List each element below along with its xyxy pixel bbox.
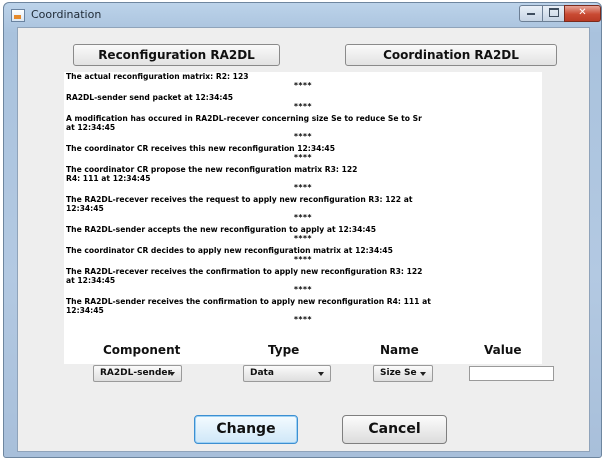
maximize-icon [548, 7, 559, 17]
reconfiguration-button[interactable]: Reconfiguration RA2DL [73, 44, 280, 66]
minimize-button[interactable] [519, 5, 543, 22]
maximize-button[interactable] [542, 5, 565, 22]
log-entry-text: The coordinator CR decides to apply new … [66, 246, 393, 255]
log-separator: **** [294, 81, 312, 90]
content-pane: Reconfiguration RA2DL Coordination RA2DL… [17, 27, 590, 452]
log-separator: **** [294, 255, 312, 264]
close-button[interactable]: ✕ [564, 5, 601, 22]
log-entry-text: The RA2DL-recever receives the confirmat… [66, 267, 423, 285]
window-title: Coordination [31, 8, 102, 21]
log-entry-text: The RA2DL-sender receives the confirmati… [66, 297, 431, 315]
log-entry-text: The coordinator CR propose the new recon… [66, 165, 358, 183]
log-separator: **** [294, 102, 312, 111]
log-entry: The coordinator CR decides to apply new … [64, 246, 542, 263]
chevron-down-icon [169, 372, 175, 376]
log-separator: **** [294, 183, 312, 192]
log-entry: RA2DL-sender send packet at 12:34:45 **** [64, 93, 542, 110]
log-entry: The RA2DL-recever receives the confirmat… [64, 267, 542, 293]
log-entry-text: A modification has occured in RA2DL-rece… [66, 114, 422, 132]
log-separator: **** [294, 315, 312, 324]
type-select-value: Data [250, 368, 274, 378]
log-entry: The RA2DL-sender accepts the new reconfi… [64, 225, 542, 242]
value-input[interactable] [469, 366, 554, 381]
log-separator: **** [294, 213, 312, 222]
change-button[interactable]: Change [194, 415, 298, 444]
close-icon: ✕ [578, 7, 587, 18]
component-select[interactable]: RA2DL-sender [93, 365, 182, 382]
cancel-button[interactable]: Cancel [342, 415, 447, 444]
log-separator: **** [294, 153, 312, 162]
type-select[interactable]: Data [243, 365, 331, 382]
log-entry-text: The coordinator CR receives this new rec… [66, 144, 335, 153]
log-entry: The coordinator CR propose the new recon… [64, 165, 542, 191]
log-entry: The RA2DL-sender receives the confirmati… [64, 297, 542, 323]
title-bar[interactable]: Coordination ✕ [4, 3, 601, 27]
log-entry-text: The actual reconfiguration matrix: R2: 1… [66, 72, 249, 81]
log-separator: **** [294, 132, 312, 141]
type-header: Type [268, 343, 300, 357]
log-area[interactable]: The actual reconfiguration matrix: R2: 1… [64, 72, 542, 364]
log-separator: **** [294, 234, 312, 243]
log-separator: **** [294, 285, 312, 294]
coordination-window: Coordination ✕ Reconfiguration RA2DL Coo… [3, 2, 602, 458]
name-select[interactable]: Size Se [373, 365, 433, 382]
component-header: Component [103, 343, 181, 357]
value-header: Value [484, 343, 522, 357]
log-entry-text: RA2DL-sender send packet at 12:34:45 [66, 93, 234, 102]
log-entry-text: The RA2DL-sender accepts the new reconfi… [66, 225, 377, 234]
chevron-down-icon [420, 372, 426, 376]
chevron-down-icon [318, 372, 324, 376]
name-select-value: Size Se [380, 368, 417, 378]
log-entry: The RA2DL-recever receives the request t… [64, 195, 542, 221]
log-entry-text: The RA2DL-recever receives the request t… [66, 195, 413, 213]
app-icon [11, 9, 25, 22]
log-entry: A modification has occured in RA2DL-rece… [64, 114, 542, 140]
minimize-icon [527, 13, 535, 15]
log-entry: The actual reconfiguration matrix: R2: 1… [64, 72, 542, 89]
component-select-value: RA2DL-sender [100, 368, 172, 378]
coordination-button[interactable]: Coordination RA2DL [345, 44, 557, 66]
log-entry: The coordinator CR receives this new rec… [64, 144, 542, 161]
name-header: Name [380, 343, 419, 357]
